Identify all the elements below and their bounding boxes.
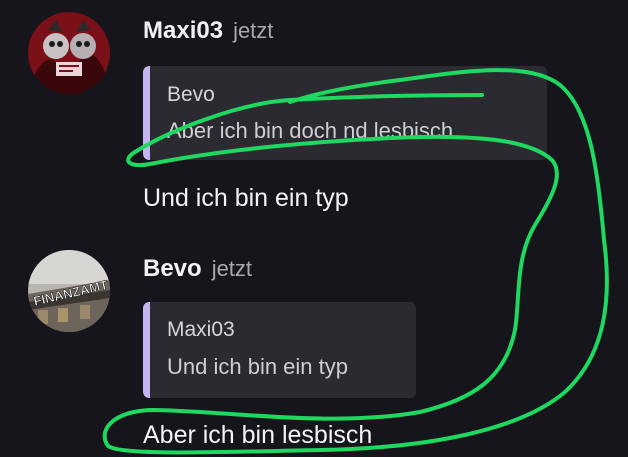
username[interactable]: Maxi03 <box>143 17 223 44</box>
timestamp: jetzt <box>211 256 253 281</box>
finanzamt-building-avatar-icon[interactable]: FINANZAMT <box>28 250 110 332</box>
red-cartoon-avatar-icon[interactable] <box>28 12 110 94</box>
message-maxi03: Maxi03 jetzt Bevo Aber ich bin doch nd le… <box>0 0 628 230</box>
message-header: Maxi03 jetzt <box>143 17 273 45</box>
message-text: Und ich bin ein typ <box>143 184 349 212</box>
quote-text: Aber ich bin doch nd lesbisch <box>167 118 454 143</box>
quote-bar <box>143 302 150 398</box>
message-bevo: FINANZAMT Bevo jetzt Maxi03 Und ich bin e… <box>0 240 628 457</box>
quote-bar <box>143 66 150 160</box>
reply-quote[interactable]: Bevo Aber ich bin doch nd lesbisch <box>143 66 547 160</box>
quote-author: Maxi03 <box>167 318 235 341</box>
username[interactable]: Bevo <box>143 255 202 282</box>
timestamp: jetzt <box>233 18 274 43</box>
reply-quote[interactable]: Maxi03 Und ich bin ein typ <box>143 302 416 398</box>
quote-text: Und ich bin ein typ <box>167 354 348 379</box>
message-text: Aber ich bin lesbisch <box>143 421 373 449</box>
chat-view: Maxi03 jetzt Bevo Aber ich bin doch nd le… <box>0 0 628 457</box>
quote-author: Bevo <box>167 83 215 106</box>
message-header: Bevo jetzt <box>143 255 252 283</box>
